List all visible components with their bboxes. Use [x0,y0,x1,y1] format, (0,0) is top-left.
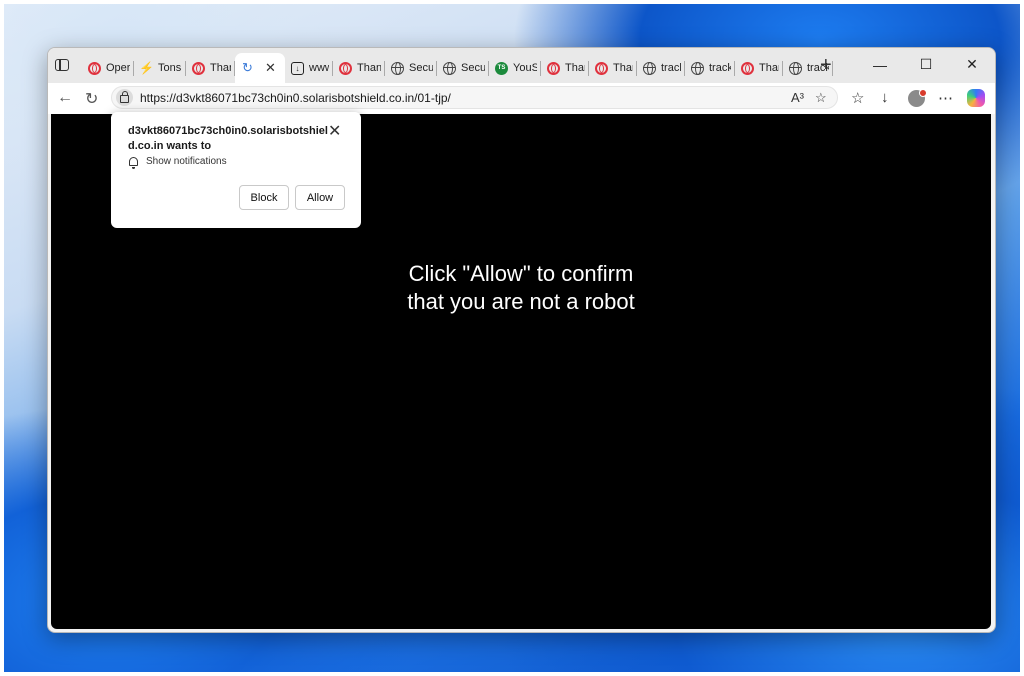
downloads-icon[interactable]: ↓ [881,89,889,106]
tab-label: track [661,62,681,74]
tab-13[interactable]: Than [735,53,783,83]
tab-6[interactable]: Secu [385,53,437,83]
globe-icon [391,61,404,75]
opera-icon [741,61,754,75]
tab-0[interactable]: Oper [82,53,134,83]
ts-icon: TS [495,61,508,75]
window-controls: — ☐ ✕ [857,48,995,83]
popup-site-title: d3vkt86071bc73ch0in0.solarisbotshield.co… [128,125,328,152]
notification-permission-popup: d3vkt86071bc73ch0in0.solarisbotshield.co… [111,112,361,228]
read-aloud-icon[interactable]: A³ [791,90,804,105]
tab-label: Than [565,62,585,74]
tab-9[interactable]: Than [541,53,589,83]
copilot-icon[interactable] [967,89,985,107]
tab-label: Than [613,62,633,74]
minimize-button[interactable]: — [857,48,903,81]
allow-button[interactable]: Allow [295,185,345,210]
lock-icon [120,91,129,103]
globe-icon [643,61,656,75]
block-button[interactable]: Block [239,185,289,210]
opera-icon [339,61,352,75]
tab-label: Than [759,62,779,74]
page-message: Click "Allow" to confirm that you are no… [51,260,991,316]
profile-avatar[interactable] [908,89,927,107]
close-window-button[interactable]: ✕ [949,48,995,81]
new-tab-button[interactable]: + [820,55,832,75]
opera-icon [88,61,101,75]
tab-label: YouS [513,62,537,74]
tab-strip: Oper⚡TonsThan↻✕↓wwwThanSecuSecuTSYouSTha… [48,48,995,83]
url-text[interactable]: https://d3vkt86071bc73ch0in0.solarisbots… [140,91,451,105]
tab-8[interactable]: TS YouS [489,53,541,83]
more-menu-icon[interactable]: ⋯ [938,89,953,107]
tab-4[interactable]: ↓ www [285,53,333,83]
tab-label: Than [210,62,231,74]
favorites-icon[interactable]: ☆ [851,89,864,107]
back-button[interactable]: ← [57,89,73,107]
tab-label: Secu [461,62,485,74]
tab-label: Secu [409,62,433,74]
tab-actions-icon[interactable] [54,57,72,75]
tab-list: Oper⚡TonsThan↻✕↓wwwThanSecuSecuTSYouSTha… [82,53,833,83]
bell-icon [129,157,138,169]
tab-10[interactable]: Than [589,53,637,83]
refresh-button[interactable]: ↻ [85,89,98,109]
favorite-star-icon[interactable]: ☆ [815,90,827,106]
tab-label: www [309,62,329,74]
opera-icon [595,61,608,75]
globe-icon [691,61,704,75]
tab-11[interactable]: track [637,53,685,83]
popup-close-icon[interactable]: ✕ [328,121,341,141]
tab-label: Tons [158,62,182,74]
tab-separator [832,61,833,76]
tab-label: Than [357,62,381,74]
tab-1[interactable]: ⚡ Tons [134,53,186,83]
permission-label: Show notifications [146,156,227,167]
tab-3[interactable]: ↻ ✕ [235,53,285,83]
tab-12[interactable]: track [685,53,735,83]
tab-5[interactable]: Than [333,53,385,83]
download-icon: ↓ [291,61,304,75]
globe-icon [789,61,802,75]
opera-icon [192,61,205,75]
opera-icon [547,61,560,75]
tab-7[interactable]: Secu [437,53,489,83]
tab-label: track [709,62,731,74]
tab-close-icon[interactable]: ✕ [265,60,276,76]
permission-row: Show notifications [129,156,227,169]
toolbar: ← ↻ https://d3vkt86071bc73ch0in0.solaris… [48,83,995,114]
message-line-1: Click "Allow" to confirm [408,261,634,286]
globe-icon [443,61,456,75]
maximize-button[interactable]: ☐ [903,48,949,81]
sync-icon: ↻ [242,60,253,75]
address-bar[interactable]: https://d3vkt86071bc73ch0in0.solarisbots… [111,86,838,109]
message-line-2: that you are not a robot [407,289,635,314]
tab-2[interactable]: Than [186,53,235,83]
site-info-icon[interactable] [116,89,133,106]
lightning-icon: ⚡ [139,61,154,75]
tab-label: Oper [106,62,130,74]
